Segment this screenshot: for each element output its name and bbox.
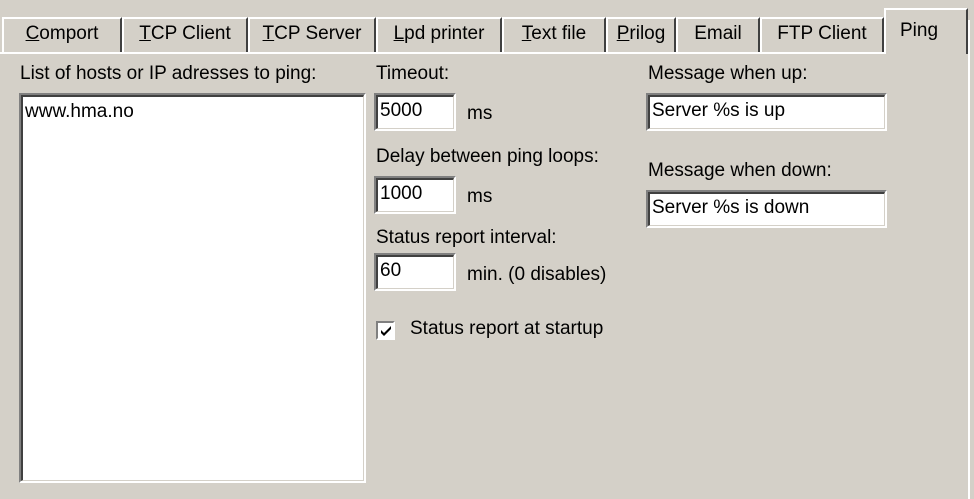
delay-unit: ms xyxy=(467,186,493,207)
status-interval-value: 60 xyxy=(380,260,402,281)
tab-ping[interactable]: Ping xyxy=(884,8,968,54)
status-interval-label: Status report interval: xyxy=(376,227,557,248)
tab-text-file[interactable]: Text file xyxy=(502,17,606,52)
msg-up-input[interactable]: Server %s is up xyxy=(646,93,887,131)
tab-lpd-printer-label: Lpd printer xyxy=(394,23,485,45)
msg-down-label: Message when down: xyxy=(648,160,832,181)
timeout-unit: ms xyxy=(467,103,493,124)
tab-prilog-access-key: P xyxy=(616,23,630,44)
status-interval-unit: min. (0 disables) xyxy=(467,264,607,285)
tab-ftp-client[interactable]: FTP Client xyxy=(760,17,884,52)
tab-prilog-label: Prilog xyxy=(617,23,666,45)
tab-text-file-text: ext file xyxy=(531,23,587,44)
delay-label: Delay between ping loops: xyxy=(376,146,599,167)
tab-comport-text: omport xyxy=(39,23,99,44)
tab-ftp-client-label: FTP Client xyxy=(777,23,867,44)
tab-tcp-server[interactable]: TCP Server xyxy=(248,17,376,52)
status-startup-label[interactable]: Status report at startup xyxy=(410,318,603,340)
timeout-value: 5000 xyxy=(380,100,423,121)
checkmark-icon xyxy=(381,326,391,336)
tab-tcp-client-text: CP Client xyxy=(150,23,231,44)
status-interval-input[interactable]: 60 xyxy=(374,253,456,291)
tab-lpd-printer-access-key: L xyxy=(393,23,405,44)
hosts-list-item[interactable]: www.hma.no xyxy=(25,101,134,123)
tab-tcp-client-label: TCP Client xyxy=(139,23,231,45)
hosts-list[interactable]: www.hma.no xyxy=(19,93,366,483)
tab-comport-label: Comport xyxy=(26,23,99,45)
tab-comport-access-key: C xyxy=(25,23,40,44)
panel-right-edge xyxy=(968,20,971,499)
tab-email-label: Email xyxy=(694,23,742,44)
msg-up-label: Message when up: xyxy=(648,63,808,84)
timeout-input[interactable]: 5000 xyxy=(374,93,456,131)
tab-tcp-server-access-key: T xyxy=(262,23,275,44)
tab-lpd-printer[interactable]: Lpd printer xyxy=(376,17,502,52)
msg-down-value: Server %s is down xyxy=(652,197,810,218)
tab-comport[interactable]: Comport xyxy=(2,17,122,52)
tab-tcp-server-text: CP Server xyxy=(274,23,362,44)
tab-baseline xyxy=(0,52,884,54)
tab-lpd-printer-text: pd printer xyxy=(404,23,485,44)
tab-ping-label: Ping xyxy=(900,20,939,41)
tab-tcp-client-access-key: T xyxy=(139,23,151,44)
tab-prilog-text: rilog xyxy=(629,23,666,44)
delay-input[interactable]: 1000 xyxy=(374,176,456,214)
tab-text-file-label: Text file xyxy=(522,23,586,45)
timeout-label: Timeout: xyxy=(376,63,450,84)
tab-strip: Comport TCP Client TCP Server Lpd printe… xyxy=(0,0,974,54)
msg-down-input[interactable]: Server %s is down xyxy=(646,190,887,228)
tab-tcp-server-label: TCP Server xyxy=(263,23,362,45)
tab-tcp-client[interactable]: TCP Client xyxy=(122,17,248,52)
tab-text-file-access-key: T xyxy=(521,23,532,44)
tab-email[interactable]: Email xyxy=(676,17,760,52)
status-startup-checkbox[interactable] xyxy=(376,321,395,340)
delay-value: 1000 xyxy=(380,183,423,204)
tab-prilog[interactable]: Prilog xyxy=(606,17,676,52)
msg-up-value: Server %s is up xyxy=(652,100,786,121)
hosts-label: List of hosts or IP adresses to ping: xyxy=(20,63,317,84)
ping-settings-window: Comport TCP Client TCP Server Lpd printe… xyxy=(0,0,974,499)
